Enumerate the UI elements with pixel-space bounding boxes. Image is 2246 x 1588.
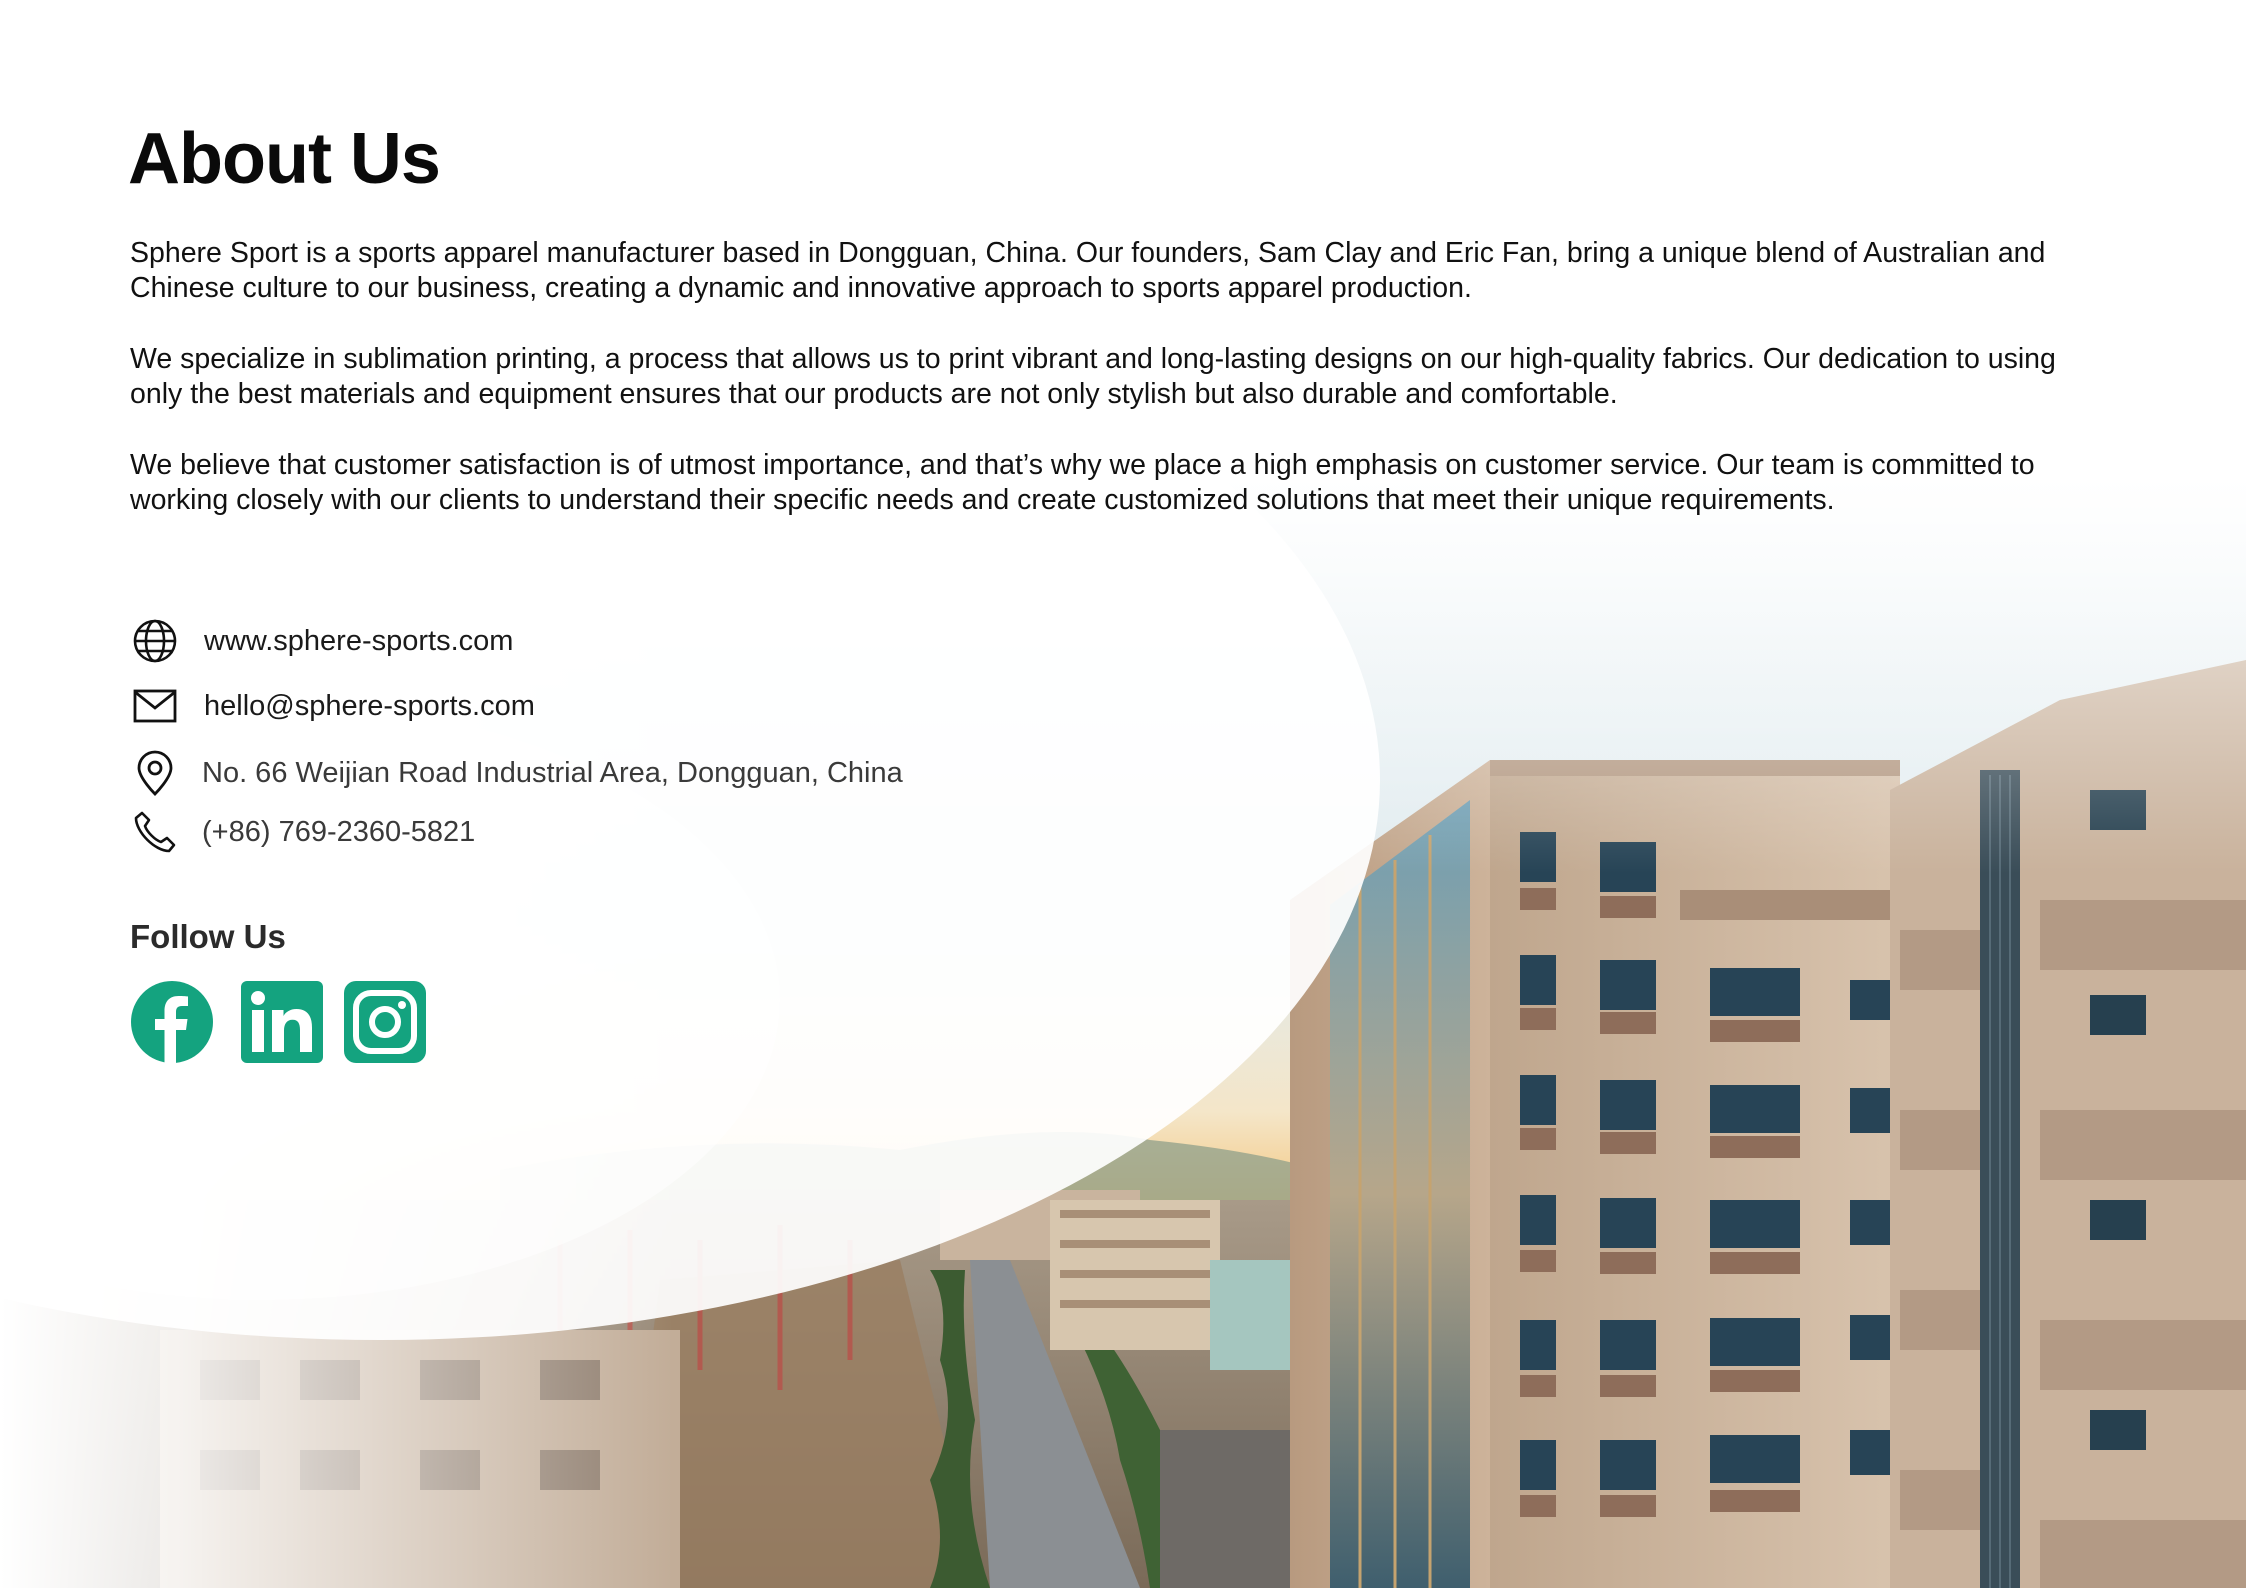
website-link[interactable]: www.sphere-sports.com xyxy=(204,625,513,658)
location-pin-icon xyxy=(130,748,180,798)
contact-website[interactable]: www.sphere-sports.com xyxy=(130,616,513,666)
about-paragraph-2: We specialize in sublimation printing, a… xyxy=(130,343,2056,410)
phone-number[interactable]: (+86) 769-2360-5821 xyxy=(202,816,475,849)
facebook-icon[interactable] xyxy=(130,980,214,1064)
about-paragraph-1: Sphere Sport is a sports apparel manufac… xyxy=(130,237,2046,304)
contact-email[interactable]: hello@sphere-sports.com xyxy=(130,681,535,731)
instagram-icon[interactable] xyxy=(343,980,427,1064)
mail-icon xyxy=(130,681,180,731)
address-text: No. 66 Weijian Road Industrial Area, Don… xyxy=(202,756,903,789)
contact-address: No. 66 Weijian Road Industrial Area, Don… xyxy=(130,748,903,798)
email-link[interactable]: hello@sphere-sports.com xyxy=(204,690,535,723)
page-title: About Us xyxy=(128,119,441,199)
follow-us-heading: Follow Us xyxy=(130,918,286,955)
about-page: About Us Sphere Sport is a sports appare… xyxy=(0,0,2246,1588)
linkedin-icon[interactable] xyxy=(240,980,324,1064)
contact-phone[interactable]: (+86) 769-2360-5821 xyxy=(130,807,475,857)
globe-icon xyxy=(130,616,180,666)
phone-icon xyxy=(130,807,180,857)
about-paragraph-3: We believe that customer satisfaction is… xyxy=(130,449,2035,516)
